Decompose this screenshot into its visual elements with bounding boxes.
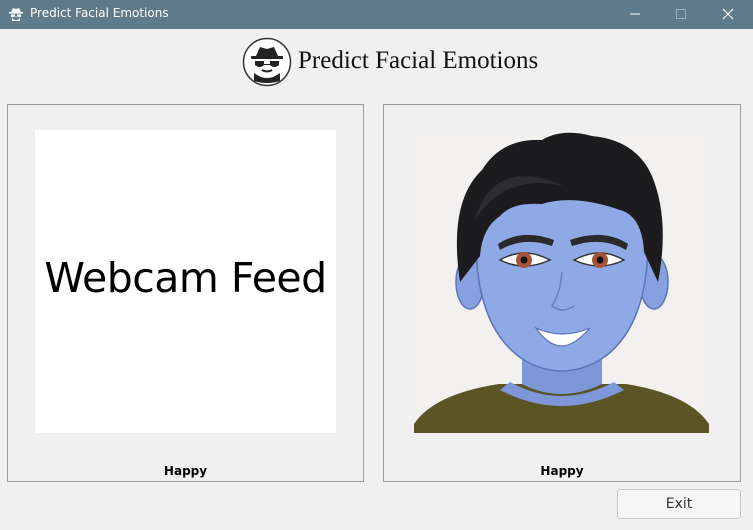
webcam-panel: Webcam Feed Happy — [7, 104, 364, 482]
app-header: Predict Facial Emotions — [0, 35, 753, 91]
maximize-button[interactable] — [658, 0, 704, 29]
webcam-emotion-label: Happy — [163, 464, 208, 478]
avatar-panel: Happy — [383, 104, 741, 482]
close-button[interactable] — [705, 0, 751, 29]
app-title: Predict Facial Emotions — [298, 47, 539, 74]
maximize-icon — [676, 9, 686, 19]
window-title: Predict Facial Emotions — [30, 6, 169, 20]
minimize-icon — [630, 13, 640, 15]
webcam-feed-text: Webcam Feed — [44, 254, 327, 302]
emotion-avatar-image — [414, 132, 709, 433]
exit-button[interactable]: Exit — [617, 489, 741, 519]
title-bar[interactable]: Predict Facial Emotions — [0, 0, 753, 29]
close-icon — [722, 8, 734, 20]
avatar-emotion-label: Happy — [540, 464, 584, 478]
webcam-feed: Webcam Feed — [35, 130, 336, 433]
minimize-button[interactable] — [612, 0, 658, 29]
spy-logo-icon — [242, 37, 292, 87]
spy-icon — [9, 8, 23, 21]
